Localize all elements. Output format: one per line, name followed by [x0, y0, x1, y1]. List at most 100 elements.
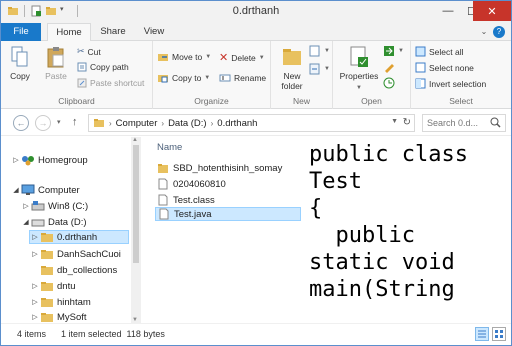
expand-arrow-icon[interactable]: ▷: [30, 313, 40, 321]
file-name: Test.class: [173, 194, 215, 206]
invert-selection-icon: [415, 78, 426, 89]
tab-view[interactable]: View: [137, 23, 171, 41]
breadcrumb-current[interactable]: 0.drthanh: [217, 118, 257, 129]
tab-share[interactable]: Share: [94, 23, 132, 41]
recent-locations-icon[interactable]: ▾: [57, 118, 61, 126]
nav-item-danhsachcuoi[interactable]: ▷ DanhSachCuoi: [30, 247, 121, 261]
close-control: ✕: [473, 1, 511, 21]
expand-arrow-icon[interactable]: ▷: [21, 202, 31, 210]
history-button[interactable]: [383, 77, 395, 89]
collapse-arrow-icon[interactable]: ◢: [21, 218, 31, 226]
delete-button[interactable]: ✕ Delete ▼: [219, 51, 265, 64]
nav-item-dntu[interactable]: ▷ dntu: [30, 279, 75, 293]
search-icon[interactable]: [490, 117, 501, 128]
folder-icon: [158, 164, 168, 173]
collapse-arrow-icon[interactable]: ◢: [11, 186, 21, 194]
nav-item-0-drthanh[interactable]: ▷ 0.drthanh: [29, 230, 129, 244]
new-item-icon: [309, 45, 320, 57]
move-to-button[interactable]: Move to ▼: [157, 51, 211, 63]
select-all-button[interactable]: Select all: [415, 46, 464, 57]
copy-button[interactable]: Copy: [7, 45, 33, 81]
expand-arrow-icon[interactable]: ▷: [30, 282, 40, 290]
chevron-right-icon[interactable]: ›: [161, 119, 164, 128]
chevron-down-icon: ▼: [324, 66, 330, 72]
select-none-label: Select none: [429, 62, 474, 73]
nav-item-label: Homegroup: [38, 154, 88, 166]
forward-icon[interactable]: →: [35, 115, 51, 131]
easy-access-button[interactable]: ▼: [309, 63, 330, 75]
file-row[interactable]: SBD_hotenthisinh_somay: [155, 161, 282, 175]
paste-shortcut-button[interactable]: Paste shortcut: [77, 78, 144, 88]
cut-label: Cut: [87, 46, 101, 57]
path-field[interactable]: › Computer › Data (D:) › 0.drthanh ▼ ↻: [88, 114, 415, 132]
scrollbar-thumb[interactable]: [133, 145, 139, 263]
breadcrumb-computer[interactable]: Computer: [116, 118, 158, 129]
invert-selection-button[interactable]: Invert selection: [415, 78, 486, 89]
file-row-selected[interactable]: Test.java: [155, 207, 301, 221]
history-icon: [383, 77, 395, 89]
copy-path-button[interactable]: Copy path: [77, 62, 129, 72]
new-item-button[interactable]: ▼: [309, 45, 330, 57]
rename-button[interactable]: Rename: [219, 72, 266, 84]
details-view-icon[interactable]: [475, 327, 489, 341]
chevron-down-icon[interactable]: ▼: [391, 118, 398, 125]
address-bar: ← → ▾ ↑ › Computer › Data (D:) › 0.drtha…: [1, 110, 511, 136]
nav-item-mysoft[interactable]: ▷ MySoft: [30, 310, 86, 323]
up-icon[interactable]: ↑: [72, 116, 78, 128]
properties-button[interactable]: Properties ▼: [337, 45, 381, 93]
close-icon[interactable]: ✕: [473, 1, 511, 21]
expand-arrow-icon[interactable]: ▷: [11, 156, 21, 164]
new-folder-button[interactable]: New folder: [277, 45, 307, 91]
nav-item-computer[interactable]: ◢ Computer: [11, 183, 80, 197]
cut-button[interactable]: ✂ Cut: [77, 46, 101, 57]
large-icons-view-icon[interactable]: [492, 327, 506, 341]
preview-pane: public class Test { public static void m…: [305, 137, 511, 323]
file-row[interactable]: Test.class: [155, 193, 215, 207]
copy-to-icon: [158, 75, 168, 83]
expand-arrow-icon[interactable]: ▷: [30, 233, 40, 241]
refresh-icon[interactable]: ↻: [403, 117, 411, 128]
minimize-icon[interactable]: —: [436, 1, 460, 21]
paste-icon: [47, 47, 64, 68]
open-group: Properties ▼ ▼ Open: [333, 41, 411, 109]
copy-label: Copy: [10, 71, 30, 81]
copy-to-button[interactable]: Copy to ▼: [157, 72, 210, 84]
copy-path-icon: [77, 62, 87, 72]
nav-item-homegroup[interactable]: ▷ Homegroup: [11, 153, 88, 167]
open-button[interactable]: ▼: [383, 45, 404, 57]
copy-path-label: Copy path: [90, 62, 129, 72]
chevron-down-icon: ▼: [258, 54, 265, 61]
folder-icon: [41, 313, 53, 322]
paste-shortcut-label: Paste shortcut: [90, 78, 145, 88]
nav-pane-scrollbar[interactable]: ▲ ▼: [131, 137, 141, 323]
nav-item-win8[interactable]: ▷ Win8 (C:): [21, 199, 88, 213]
back-icon[interactable]: ←: [13, 115, 29, 131]
invert-selection-label: Invert selection: [429, 78, 487, 89]
preview-line: main(String: [309, 277, 455, 302]
help-icon[interactable]: ?: [493, 26, 505, 38]
search-input[interactable]: Search 0.d...: [422, 114, 506, 132]
file-row[interactable]: 0204060810: [155, 177, 226, 191]
breadcrumb-data-d[interactable]: Data (D:): [168, 118, 207, 129]
tab-home[interactable]: Home: [47, 23, 91, 42]
ribbon-expand-icon[interactable]: ⌄: [479, 27, 489, 37]
chevron-right-icon[interactable]: ›: [109, 119, 112, 128]
scroll-up-icon[interactable]: ▲: [132, 137, 138, 143]
open-group-label: Open: [361, 96, 382, 106]
expand-arrow-icon[interactable]: ▷: [30, 298, 40, 306]
select-none-button[interactable]: Select none: [415, 62, 474, 73]
expand-arrow-icon[interactable]: ▷: [30, 250, 40, 258]
column-header-name[interactable]: Name: [157, 142, 182, 153]
paste-button[interactable]: Paste: [41, 45, 71, 81]
clipboard-group-label: Clipboard: [58, 96, 95, 106]
chevron-right-icon[interactable]: ›: [211, 119, 214, 128]
nav-item-label: Win8 (C:): [48, 200, 89, 212]
tab-file[interactable]: File: [1, 23, 41, 41]
nav-item-db-collections[interactable]: db_collections: [30, 263, 117, 277]
nav-item-data-d[interactable]: ◢ Data (D:): [21, 215, 86, 229]
edit-button[interactable]: [383, 61, 395, 73]
nav-item-hinhtam[interactable]: ▷ hinhtam: [30, 295, 91, 309]
folder-icon: [41, 233, 53, 242]
window-title: 0.drthanh: [232, 5, 280, 17]
rename-icon: [219, 74, 231, 82]
